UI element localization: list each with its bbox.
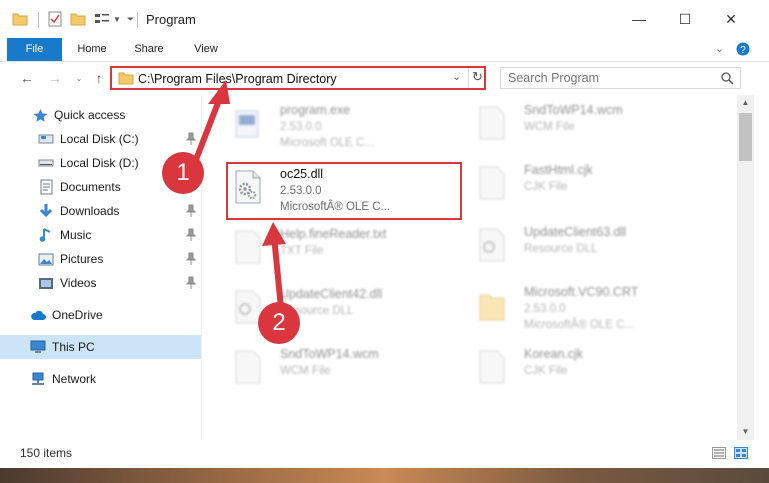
explorer-window: ▼ ⏷ Program — ☐ ✕ File Home Share View ⌄… xyxy=(0,0,769,470)
arrow-2 xyxy=(262,222,286,311)
desktop-background xyxy=(0,468,769,483)
step-1-badge: 1 xyxy=(162,152,204,194)
arrow-1 xyxy=(189,80,230,173)
step-2-badge: 2 xyxy=(258,302,300,344)
annotation-arrows xyxy=(189,80,286,311)
